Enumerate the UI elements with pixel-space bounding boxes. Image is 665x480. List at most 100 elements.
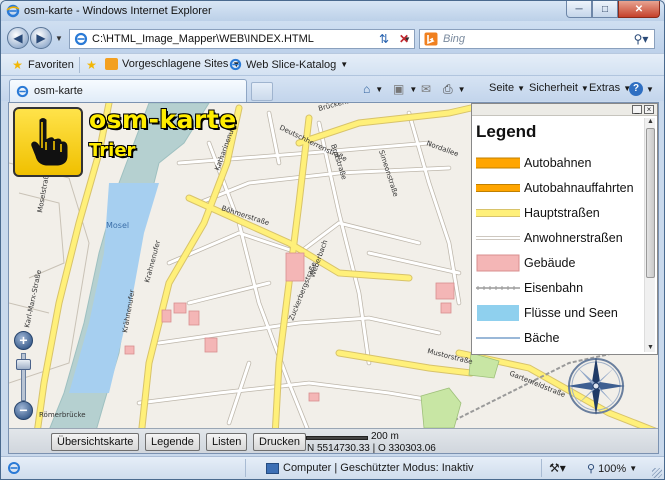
history-dropdown-icon[interactable]: ▼ <box>55 34 63 43</box>
protected-mode-icon[interactable]: ⚒▾ <box>549 461 566 475</box>
map-subtitle: Trier <box>89 140 136 161</box>
menu-page-label: Seite <box>489 82 515 94</box>
fav-item-label: Vorgeschlagene Sites <box>122 58 229 70</box>
menu-tools[interactable]: Extras ▼ <box>589 82 631 94</box>
ie-logo-icon <box>6 4 20 18</box>
map-toolbar: Übersichtskarte Legende Listen Drucken 2… <box>9 428 658 453</box>
compass-rose-icon <box>567 357 625 415</box>
stop-icon: ✕ <box>398 32 410 46</box>
computer-icon <box>266 462 279 474</box>
print-button[interactable]: ⎙ ▼ <box>443 82 466 97</box>
status-bar: Computer | Geschützter Modus: Inaktiv ⚒▾… <box>1 456 664 479</box>
search-box[interactable]: Bing ⚲▾ <box>419 29 655 49</box>
primary-road-swatch <box>476 209 520 217</box>
tab-label: osm-karte <box>34 85 83 97</box>
address-bar[interactable]: C:\HTML_Image_Mapper\WEB\INDEX.HTML ▼ <box>69 29 415 49</box>
magnifier-icon: ⚲ <box>587 463 596 475</box>
page-content: Mosel Böhmerstraße Deutschherrenstraße B… <box>8 102 659 454</box>
legend-item-stream: Bäche <box>476 327 641 349</box>
print-map-button[interactable]: Drucken <box>253 433 306 451</box>
tab-osm-karte[interactable]: osm-karte <box>9 79 247 102</box>
add-to-favorites-button[interactable]: ★ <box>85 58 102 72</box>
browser-window: osm-karte - Windows Internet Explorer ─ … <box>0 0 665 480</box>
legend-item-residential: Anwohnerstraßen <box>476 227 641 249</box>
legend-item-water: Flüsse und Seen <box>476 302 641 324</box>
status-separator <box>245 459 246 477</box>
chevron-down-icon: ▼ <box>457 85 466 94</box>
help-icon: ? <box>629 82 643 96</box>
legend-item-railway: Eisenbahn <box>476 277 641 299</box>
zoom-slider-thumb[interactable] <box>16 359 31 370</box>
chevron-down-icon: ▼ <box>646 84 654 94</box>
legend-header-bar: _ × <box>472 104 657 116</box>
legend-scroll-thumb[interactable] <box>646 128 655 278</box>
zoom-level-label: 100% <box>598 462 627 475</box>
lists-button[interactable]: Listen <box>206 433 248 451</box>
chevron-down-icon: ▼ <box>580 83 589 93</box>
legend-close-button[interactable]: × <box>644 105 654 114</box>
chevron-down-icon: ▼ <box>340 60 349 69</box>
app-logo[interactable] <box>13 107 83 177</box>
legend-scrollbar[interactable]: ▲ ▼ <box>644 118 655 352</box>
chevron-down-icon: ▼ <box>409 84 418 94</box>
search-icon[interactable]: ⚲▾ <box>628 32 654 46</box>
legend-label: Flüsse und Seen <box>524 306 618 320</box>
river-label: Mosel <box>106 221 129 230</box>
motorway-link-swatch <box>476 184 520 192</box>
arrow-right-icon: ▶ <box>36 31 46 45</box>
resize-grip[interactable] <box>652 468 662 478</box>
chevron-down-icon: ▼ <box>629 464 638 473</box>
page-icon <box>74 32 88 46</box>
search-placeholder[interactable]: Bing <box>443 33 628 45</box>
menu-security[interactable]: Sicherheit ▼ <box>529 82 589 94</box>
compatibility-view-button[interactable]: ⇅ <box>373 29 395 49</box>
navigation-bar: ◀ ▶ ▼ C:\HTML_Image_Mapper\WEB\INDEX.HTM… <box>1 21 664 53</box>
ie-icon <box>8 462 20 474</box>
legend-button[interactable]: Legende <box>145 433 200 451</box>
maximize-button[interactable]: □ <box>592 1 618 18</box>
zoom-control: + − <box>13 331 35 423</box>
window-title: osm-karte - Windows Internet Explorer <box>24 5 212 17</box>
water-swatch <box>477 305 519 321</box>
scroll-down-icon[interactable]: ▼ <box>646 344 655 352</box>
rss-icon: ▣ <box>393 82 405 96</box>
close-button[interactable]: ✕ <box>618 1 660 18</box>
security-zone[interactable]: Computer | Geschützter Modus: Inaktiv <box>266 462 474 474</box>
home-button[interactable]: ⌂ ▼ <box>363 82 383 96</box>
zoom-level-button[interactable]: ⚲ 100% ▼ <box>587 462 638 476</box>
feeds-button[interactable]: ▣ ▼ <box>393 82 417 96</box>
maximize-icon: □ <box>601 3 609 15</box>
forward-button[interactable]: ▶ <box>30 27 52 49</box>
fav-item-web-slice[interactable]: Web Slice-Katalog ▼ <box>229 58 348 71</box>
menu-page[interactable]: Seite ▼ <box>489 82 525 94</box>
back-button[interactable]: ◀ <box>7 27 29 49</box>
mail-button[interactable]: ✉ <box>421 82 433 96</box>
zoom-out-button[interactable]: − <box>14 401 33 420</box>
printer-icon: ⎙ <box>443 82 453 96</box>
favorites-bar: ★ Favoriten ★ Vorgeschlagene Sites ▼ Web… <box>1 53 664 75</box>
title-bar: osm-karte - Windows Internet Explorer ─ … <box>1 1 664 21</box>
suggested-sites-icon <box>105 58 118 70</box>
help-button[interactable]: ? ▼ <box>629 82 654 96</box>
legend-title: Legend <box>476 122 537 141</box>
stop-button[interactable]: ✕ <box>393 29 415 49</box>
chevron-down-icon: ▼ <box>375 84 384 94</box>
railway-swatch <box>476 286 520 290</box>
minimize-button[interactable]: ─ <box>566 1 592 18</box>
zoom-in-button[interactable]: + <box>14 331 33 350</box>
legend-item-motorway-link: Autobahnauffahrten <box>476 177 641 199</box>
fav-item-suggested-sites[interactable]: Vorgeschlagene Sites ▼ <box>105 58 240 70</box>
separator <box>79 57 80 73</box>
tab-bar: osm-karte ⌂ ▼ ▣ ▼ ✉ ⎙ ▼ Seite ▼ Sicherheit ▼ … <box>1 75 664 102</box>
bing-icon <box>424 32 438 46</box>
scroll-up-icon[interactable]: ▲ <box>646 118 655 126</box>
new-tab-button[interactable] <box>251 82 273 101</box>
legend-minimize-button[interactable]: _ <box>632 105 642 114</box>
pointing-hand-icon <box>31 118 68 166</box>
address-url[interactable]: C:\HTML_Image_Mapper\WEB\INDEX.HTML <box>92 33 400 45</box>
building-swatch <box>476 254 520 272</box>
favorites-button[interactable]: ★ Favoriten <box>11 58 74 72</box>
map-title: osm-karte <box>89 105 237 134</box>
menu-tools-label: Extras <box>589 82 621 94</box>
overview-map-button[interactable]: Übersichtskarte <box>51 433 140 451</box>
